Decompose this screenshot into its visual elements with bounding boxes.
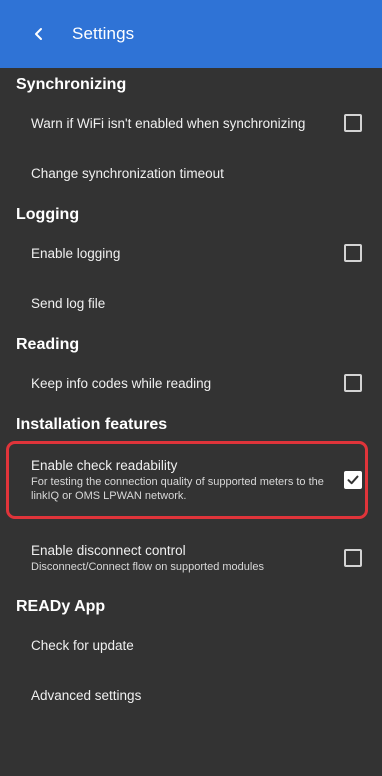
setting-wifi-warning-label: Warn if WiFi isn't enabled when synchron…: [31, 115, 306, 131]
setting-keep-info-codes-label: Keep info codes while reading: [31, 375, 212, 391]
setting-advanced-settings-text: Advanced settings: [31, 688, 362, 703]
setting-enable-logging-label: Enable logging: [31, 245, 121, 261]
section-header-synchronizing: Synchronizing: [16, 76, 127, 93]
wifi-warning-checkbox[interactable]: [344, 114, 362, 132]
keep-info-codes-checkbox[interactable]: [344, 374, 362, 392]
setting-disconnect-control-text: Enable disconnect control Disconnect/Con…: [31, 543, 330, 574]
back-button[interactable]: [26, 21, 52, 47]
setting-wifi-warning[interactable]: Warn if WiFi isn't enabled when synchron…: [0, 98, 382, 148]
setting-check-readability[interactable]: Enable check readability For testing the…: [0, 441, 382, 519]
setting-check-readability-text: Enable check readability For testing the…: [31, 458, 330, 503]
section-header-logging: Logging: [16, 206, 80, 223]
setting-advanced-settings-label: Advanced settings: [31, 687, 142, 703]
setting-send-log-file-text: Send log file: [31, 296, 362, 311]
app-bar: Settings: [0, 0, 382, 68]
section-header-ready-app: READy App: [16, 598, 106, 615]
setting-disconnect-control[interactable]: Enable disconnect control Disconnect/Con…: [0, 526, 382, 590]
setting-enable-logging-text: Enable logging: [31, 246, 330, 261]
chevron-left-icon: [35, 28, 42, 40]
settings-screen: Settings Synchronizing Warn if WiFi isn'…: [0, 0, 382, 776]
setting-check-for-update-label: Check for update: [31, 637, 134, 653]
setting-sync-timeout[interactable]: Change synchronization timeout: [0, 148, 382, 198]
setting-send-log-file[interactable]: Send log file: [0, 278, 382, 328]
setting-advanced-settings[interactable]: Advanced settings: [0, 670, 382, 720]
checkmark-icon: [347, 475, 359, 485]
enable-logging-checkbox[interactable]: [344, 244, 362, 262]
setting-sync-timeout-label: Change synchronization timeout: [31, 165, 224, 181]
setting-check-for-update-text: Check for update: [31, 638, 362, 653]
page-title: Settings: [72, 24, 135, 43]
setting-check-readability-label: Enable check readability: [31, 457, 178, 473]
setting-check-for-update[interactable]: Check for update: [0, 620, 382, 670]
setting-enable-logging[interactable]: Enable logging: [0, 228, 382, 278]
setting-disconnect-control-label: Enable disconnect control: [31, 542, 186, 558]
setting-disconnect-control-description: Disconnect/Connect flow on supported mod…: [31, 560, 264, 573]
setting-wifi-warning-text: Warn if WiFi isn't enabled when synchron…: [31, 116, 330, 131]
setting-keep-info-codes-text: Keep info codes while reading: [31, 376, 330, 391]
check-readability-checkbox[interactable]: [344, 471, 362, 489]
setting-send-log-file-label: Send log file: [31, 295, 106, 311]
disconnect-control-checkbox[interactable]: [344, 549, 362, 567]
setting-check-readability-description: For testing the connection quality of su…: [31, 475, 324, 502]
setting-sync-timeout-text: Change synchronization timeout: [31, 166, 362, 181]
section-header-installation: Installation features: [16, 416, 168, 433]
section-header-reading: Reading: [16, 336, 80, 353]
setting-keep-info-codes[interactable]: Keep info codes while reading: [0, 358, 382, 408]
